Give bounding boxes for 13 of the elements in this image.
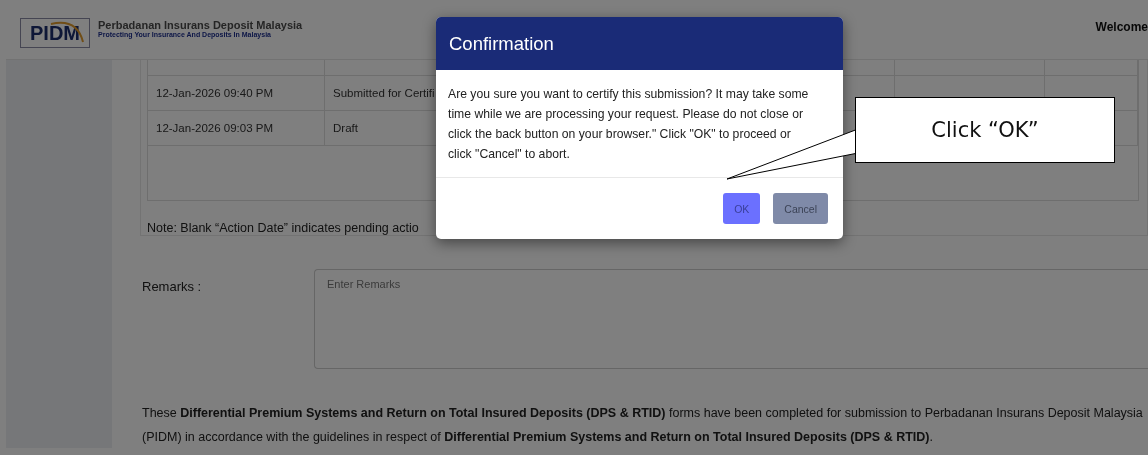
remarks-label: Remarks : bbox=[142, 278, 203, 296]
logo: PIDM bbox=[20, 18, 90, 48]
cancel-button[interactable]: Cancel bbox=[773, 193, 828, 224]
dialog-title: Confirmation bbox=[436, 17, 843, 70]
table-cell: 12-Jan-2026 09:40 PM bbox=[148, 76, 325, 110]
callout-text: Click “OK” bbox=[931, 118, 1039, 142]
declaration-text: These Differential Premium Systems and Return on Total Insured Deposits (DPS & RTID) forms have been completed for submission to Perbadanan Insurans Deposit Malaysia (PIDM) in accordance with the guidelines in respect of Differential Premium Systems and Return on Total Insured Deposits (DPS & RTID). bbox=[142, 405, 1144, 446]
welcome-text: Welcome bbox=[1095, 20, 1148, 34]
remarks-field[interactable]: Enter Remarks bbox=[314, 269, 1148, 369]
table-cell: 12-Jan-2026 09:03 PM bbox=[148, 111, 325, 145]
note-text: Note: Blank “Action Date” indicates pending actio bbox=[147, 221, 420, 235]
ok-button[interactable]: OK bbox=[723, 193, 761, 224]
organisation-name: Perbadanan Insurans Deposit Malaysia bbox=[98, 18, 303, 31]
